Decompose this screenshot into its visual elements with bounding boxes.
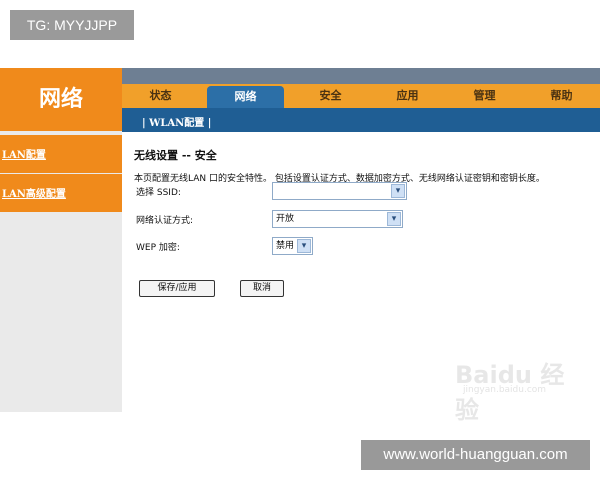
- sidebar-item-label[interactable]: LAN高级配置: [2, 185, 66, 200]
- watermark-subtext: jingyan.baidu.com: [463, 385, 547, 395]
- wep-label: WEP 加密:: [136, 243, 180, 253]
- top-strip: [122, 68, 600, 84]
- cancel-button[interactable]: 取消: [240, 280, 284, 297]
- auth-label: 网络认证方式:: [136, 216, 194, 226]
- wep-select[interactable]: 禁用 ▾: [272, 237, 313, 255]
- submenu-wlan-config[interactable]: | WLAN配置 |: [142, 114, 211, 129]
- sidebar-item-lan-advanced[interactable]: LAN高级配置: [0, 174, 122, 212]
- sidebar-item-lan-config[interactable]: LAN配置: [0, 135, 122, 173]
- tab-network[interactable]: 网络: [207, 86, 284, 108]
- ssid-select[interactable]: ▾: [272, 182, 407, 200]
- chevron-down-icon[interactable]: ▾: [297, 239, 311, 253]
- chevron-down-icon[interactable]: ▾: [391, 184, 405, 198]
- save-apply-button[interactable]: 保存/应用: [139, 280, 215, 297]
- bottom-watermark-tag: www.world-huangguan.com: [361, 440, 590, 470]
- auth-value: 开放: [276, 214, 295, 224]
- tab-help[interactable]: 帮助: [523, 84, 600, 108]
- page-title: 无线设置 -- 安全: [134, 149, 217, 162]
- sidebar-item-label[interactable]: LAN配置: [2, 146, 46, 161]
- chevron-down-icon[interactable]: ▾: [387, 212, 401, 226]
- auth-select[interactable]: 开放 ▾: [272, 210, 403, 228]
- top-watermark-tag: TG: MYYJJPP: [10, 10, 134, 40]
- logo: 网络: [0, 68, 122, 131]
- tab-management[interactable]: 管理: [446, 84, 523, 108]
- main-menu: 状态 网络 安全 应用 管理 帮助: [122, 84, 600, 108]
- ssid-label: 选择 SSID:: [136, 188, 181, 198]
- tab-security[interactable]: 安全: [292, 84, 369, 108]
- main-content: 无线设置 -- 安全 本页配置无线LAN 口的安全特性。 包括设置认证方式、数据…: [134, 142, 594, 322]
- submenu-bar: | WLAN配置 |: [122, 108, 600, 132]
- tab-application[interactable]: 应用: [369, 84, 446, 108]
- wep-value: 禁用: [276, 241, 295, 251]
- tab-status[interactable]: 状态: [122, 84, 199, 108]
- baidu-watermark: Baidu 经验 jingyan.baidu.com: [455, 345, 575, 424]
- sidebar: LAN配置 LAN高级配置: [0, 131, 122, 412]
